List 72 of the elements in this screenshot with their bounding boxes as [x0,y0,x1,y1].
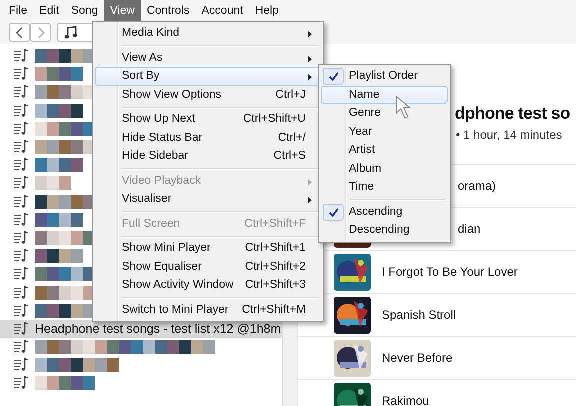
track-title[interactable]: Never Before [382,351,453,365]
menu-item[interactable]: Time [321,178,448,196]
menu-bar-item[interactable]: File [3,0,34,21]
playlist-duration: • 1 hour, 14 minutes [456,128,562,142]
playlist-icon [14,376,29,390]
track-title[interactable]: orama) [458,179,496,193]
menu-item[interactable]: Visualiser [95,190,321,208]
menu-item[interactable]: Artist [321,141,448,160]
playlist-icon [14,322,29,336]
menu-item[interactable]: Name [321,86,448,104]
menu-bar-item[interactable]: Controls [140,0,196,21]
playlist-icon [14,340,29,354]
pixelated-text-drawing [35,49,95,64]
playlist-icon [14,286,29,300]
pixelated-text-drawing [35,140,95,154]
playlist-title: dphone test so [455,104,570,124]
menu-item[interactable]: View As [95,48,321,67]
menu-item[interactable]: Show Up Next Ctrl+Shift+U [95,110,321,128]
menu-item[interactable]: Playlist Order [321,67,448,86]
playlist-icon [14,267,29,282]
menu-bar-item[interactable]: Edit [34,0,66,21]
back-button[interactable] [9,23,30,42]
menu-bar-item[interactable]: Help [249,0,285,21]
pixelated-text-drawing [35,249,83,264]
menu-bar-item[interactable]: View [104,0,141,21]
menu-item[interactable]: Album [321,160,448,178]
pixelated-text-drawing [35,212,83,227]
playlist-icon [14,358,29,372]
pixelated-text-drawing [35,194,95,209]
menu-item[interactable]: Hide Sidebar Ctrl+S [95,147,321,166]
track-title[interactable]: dian [458,222,481,236]
chevron-right-icon [36,26,44,38]
playlist-icon [14,158,29,172]
menu-item[interactable]: Show Mini Player Ctrl+Shift+1 [95,239,321,258]
pixelated-text-drawing [35,286,95,300]
menu-item[interactable]: Show Activity Window Ctrl+Shift+3 [95,276,321,294]
pixelated-text-drawing [35,104,83,118]
menu-item[interactable]: Switch to Mini Player Ctrl+Shift+M [95,300,321,319]
menu-item[interactable]: Sort By [95,67,321,86]
pixelated-text-drawing [35,304,95,318]
playlist-icon [14,194,29,209]
playlist-icon [14,230,29,245]
chevron-left-icon [16,26,24,38]
pixelated-text-drawing [35,67,83,82]
pixelated-text-drawing [35,176,71,190]
playlist-icon [14,104,29,118]
playlist-icon [14,212,29,227]
menu-item[interactable]: Ascending [321,202,448,221]
menu-bar-item[interactable]: Song [65,0,104,21]
menu-item[interactable]: Show Equaliser Ctrl+Shift+2 [95,258,321,276]
playlist-icon [14,49,29,64]
playlist-icon [14,249,29,264]
pixelated-text-drawing [35,230,95,245]
playlist-icon [14,67,29,82]
playlist-icon [14,304,29,318]
menu-item[interactable]: Year [321,122,448,141]
playlist-icon [14,122,29,136]
menu-item[interactable]: Show View Options Ctrl+J [95,86,321,104]
playlist-icon [14,140,29,154]
playlist-name: Headphone test songs - test list x12 @1h8m [35,322,282,336]
menu-item[interactable]: Hide Status Bar Ctrl+/ [95,128,321,147]
track-title[interactable]: Rakimou [382,394,430,406]
playlist-icon [14,85,29,100]
menu-item[interactable]: Genre [321,104,448,122]
music-note-icon [64,26,78,40]
pixelated-text-drawing [35,158,83,172]
track-title[interactable]: I Forgot To Be Your Lover [382,265,518,279]
playlist-icon [14,176,29,190]
track-title[interactable]: Spanish Stroll [382,308,456,322]
pixelated-text-drawing [35,376,95,390]
pixelated-text-drawing [35,122,95,136]
menu-bar-item[interactable]: Account [196,0,250,21]
